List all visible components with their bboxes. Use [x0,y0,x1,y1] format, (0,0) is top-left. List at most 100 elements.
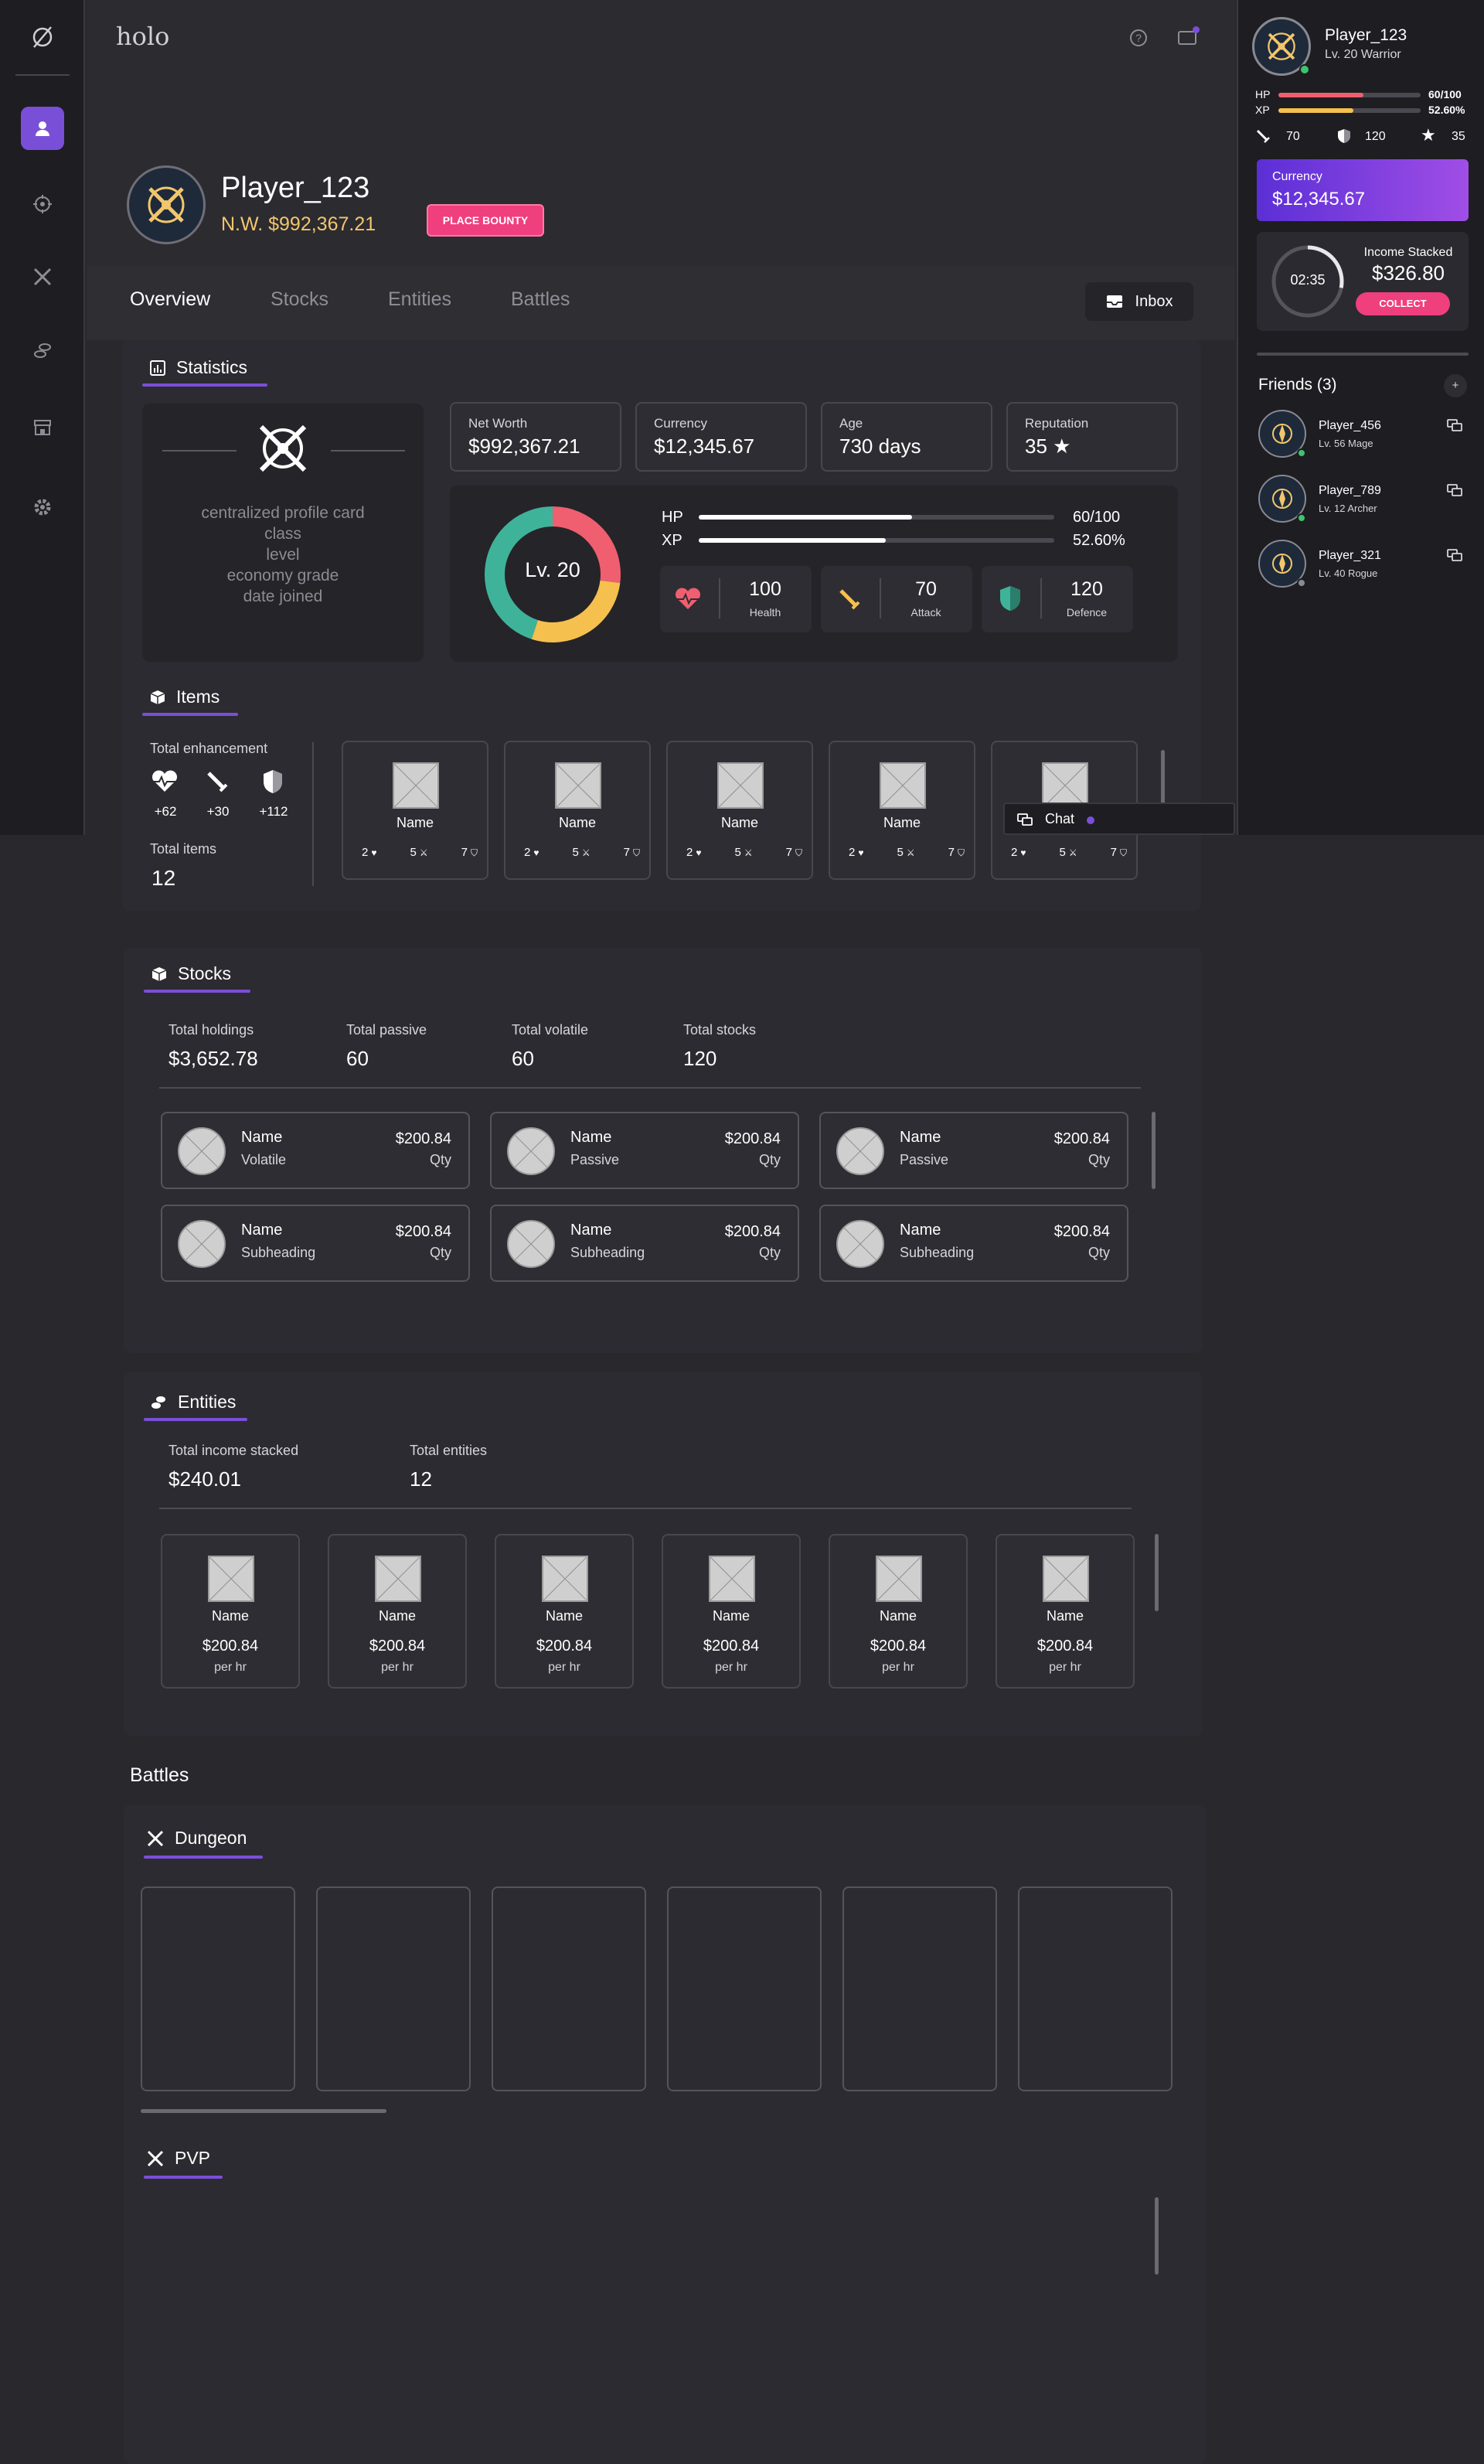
panel-xp-label: XP [1255,104,1270,116]
stock-image [836,1127,884,1175]
item-stat: 5 ⚔ [410,846,428,859]
income-value: $326.80 [1372,261,1445,285]
swords-icon[interactable] [21,255,64,298]
online-status-dot [1299,64,1310,75]
dungeon-slot[interactable] [842,1886,997,2091]
stock-qty: Qty [758,1245,781,1260]
friend-avatar[interactable] [1258,410,1306,458]
inbox-label: Inbox [1135,292,1173,310]
stock-qty: Qty [1087,1245,1110,1260]
tab-stocks[interactable]: Stocks [271,288,328,311]
target-icon[interactable] [21,182,64,226]
entity-card[interactable]: Name $200.84 per hr [328,1534,467,1689]
pvp-underline [144,2176,223,2179]
shield-icon: ⛉ [1119,847,1127,858]
stat-net-worth: Net Worth $992,367.21 [450,402,621,472]
gear-icon[interactable] [21,486,64,529]
item-card[interactable]: Name 2♥ 5⚔ 7⛉ [504,741,651,880]
stock-name: Name [241,1222,283,1239]
item-card[interactable]: Name 2♥ 5⚔ 7⛉ [666,741,813,880]
entity-card[interactable]: Name $200.84 per hr [829,1534,968,1689]
stock-card[interactable]: Name Passive $200.84 Qty [490,1112,799,1189]
stock-card[interactable]: Name Subheading $200.84 Qty [490,1205,799,1282]
dungeon-slot[interactable] [492,1886,646,2091]
item-image [555,762,601,809]
place-bounty-button[interactable]: PLACE BOUNTY [427,204,544,237]
items-divider [312,742,314,886]
chat-icon[interactable] [1447,549,1462,565]
entity-card[interactable]: Name $200.84 per hr [161,1534,300,1689]
currency-card: Currency $12,345.67 [1257,159,1469,221]
dungeon-scrollbar[interactable] [141,2109,386,2113]
tab-overview[interactable]: Overview [130,288,210,311]
stocks-underline [144,990,250,993]
items-scrollbar[interactable] [1161,750,1165,809]
items-title: Items [176,687,220,707]
collect-button[interactable]: COLLECT [1356,292,1450,315]
item-stats: 2 ♥ 5 ⚔ 7 ⛉ [1011,846,1127,859]
chat-bar[interactable]: Chat [1003,803,1235,835]
entities-scrollbar[interactable] [1155,1534,1159,1611]
mail-icon[interactable] [1178,26,1200,45]
friend-status-dot [1297,578,1306,588]
dungeon-slot[interactable] [316,1886,471,2091]
pvp-scrollbar[interactable] [1155,2197,1159,2275]
item-card[interactable]: Name 2♥ 5⚔ 7⛉ [342,741,488,880]
store-icon[interactable] [21,406,64,449]
logo-icon[interactable] [21,15,64,59]
items-underline [142,713,238,716]
entity-price: $200.84 [870,1638,927,1655]
stock-price: $200.84 [724,1223,781,1240]
chat-icon[interactable] [1447,419,1462,435]
xp-value: 52.60% [1073,532,1125,549]
entity-price: $200.84 [536,1638,593,1655]
chat-icon[interactable] [1447,484,1462,500]
entity-rate: per hr [1049,1661,1081,1674]
hp-value: 60/100 [1073,509,1121,526]
tab-entities[interactable]: Entities [388,288,451,311]
entity-card[interactable]: Name $200.84 per hr [495,1534,634,1689]
stocks-scrollbar[interactable] [1152,1112,1156,1189]
item-image [1042,762,1088,809]
stock-card[interactable]: Name Volatile $200.84 Qty [161,1112,470,1189]
item-image [393,762,439,809]
stat-reputation: Reputation 35 ★ [1006,402,1178,472]
tab-battles[interactable]: Battles [511,288,570,311]
stock-card[interactable]: Name Passive $200.84 Qty [819,1112,1128,1189]
friend-avatar[interactable] [1258,475,1306,523]
profile-icon[interactable] [21,107,64,150]
add-friend-icon[interactable]: + [1444,374,1467,397]
entity-card[interactable]: Name $200.84 per hr [996,1534,1135,1689]
stock-card[interactable]: Name Subheading $200.84 Qty [819,1205,1128,1282]
stock-name: Name [241,1129,283,1146]
item-card[interactable]: Name 2♥ 5⚔ 7⛉ [829,741,975,880]
shield-icon: ⛉ [795,847,802,858]
crossed-swords-emblem-icon [148,186,185,223]
stock-qty: Qty [1087,1152,1110,1167]
donut-segment [531,580,621,642]
stock-image [178,1127,226,1175]
right-panel: Player_123 Lv. 20 Warrior HP 60/100 XP 5… [1237,0,1484,835]
dungeon-slot[interactable] [667,1886,822,2091]
stock-card[interactable]: Name Subheading $200.84 Qty [161,1205,470,1282]
friend-avatar[interactable] [1258,540,1306,588]
item-stat: 2 ♥ [849,846,864,859]
entity-image [876,1556,922,1602]
coins-icon[interactable] [21,329,64,372]
stock-price: $200.84 [395,1130,451,1147]
item-stat: 7 ⛉ [1110,846,1127,859]
help-icon[interactable]: ? [1130,29,1147,46]
total-items-value: 12 [151,866,176,890]
avatar [127,165,206,244]
total-items-label: Total items [150,841,217,857]
inbox-button[interactable]: Inbox [1085,282,1193,321]
entity-image [375,1556,421,1602]
stock-qty: Qty [429,1152,451,1167]
chat-notification-dot [1087,816,1094,824]
stocks-summary-value: 60 [512,1047,534,1070]
profile-card: centralized profile card class level eco… [142,404,424,662]
dungeon-slot[interactable] [141,1886,295,2091]
heart-icon: ♥ [533,847,539,858]
dungeon-slot[interactable] [1018,1886,1173,2091]
entity-card[interactable]: Name $200.84 per hr [662,1534,801,1689]
